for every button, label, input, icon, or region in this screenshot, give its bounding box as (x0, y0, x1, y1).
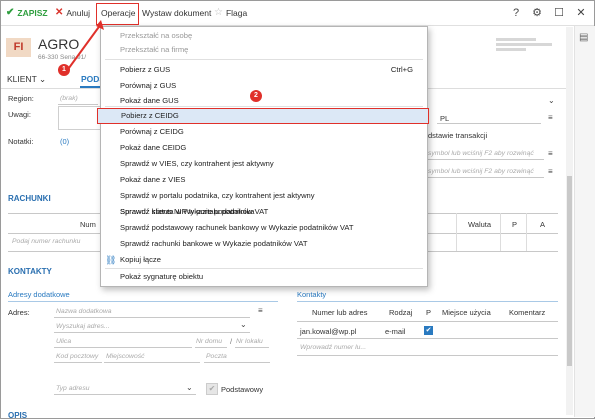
step-marker-2: 2 (250, 90, 262, 102)
annotation-arrow (65, 20, 104, 73)
step-marker-1: 1 (58, 64, 70, 76)
